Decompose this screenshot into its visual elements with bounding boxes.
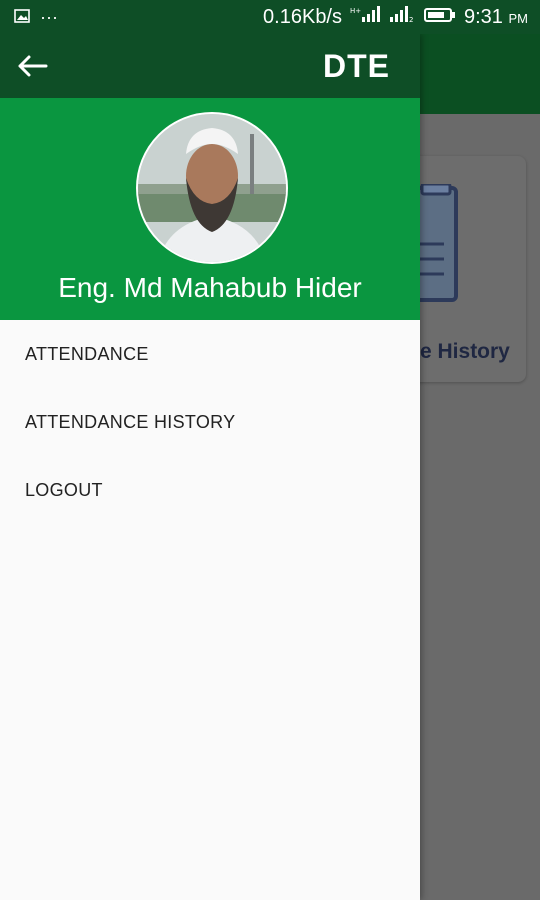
app-title: DTE [323,48,390,84]
drawer-menu: ATTENDANCE ATTENDANCE HISTORY LOGOUT [0,320,420,524]
arrow-left-icon [18,55,48,77]
profile-header: Eng. Md Mahabub Hider [0,98,420,320]
network-speed: 0.16Kb/s [263,5,342,28]
back-button[interactable] [0,34,64,98]
status-bar: ··· 0.16Kb/s H+ 2 9:31 PM [0,0,540,34]
background-card-label: e History [420,340,510,363]
menu-item-logout[interactable]: LOGOUT [0,456,420,524]
drawer-toolbar: DTE [0,34,420,98]
avatar[interactable] [136,112,288,264]
clock: 9:31 PM [464,5,528,28]
menu-item-attendance-history[interactable]: ATTENDANCE HISTORY [0,388,420,456]
user-name: Eng. Md Mahabub Hider [58,272,362,303]
svg-text:H+: H+ [350,7,361,15]
signal-icon: H+ [350,5,380,29]
battery-icon [424,6,456,29]
menu-item-attendance[interactable]: ATTENDANCE [0,320,420,388]
signal-icon: 2 [388,5,416,29]
more-dots-icon: ··· [40,6,58,27]
navigation-drawer: DTE Eng. Md Mahabub Hider ATTENDANCE ATT… [0,34,420,900]
svg-text:2: 2 [409,16,413,23]
image-icon [14,6,30,29]
profile-photo [138,114,286,262]
